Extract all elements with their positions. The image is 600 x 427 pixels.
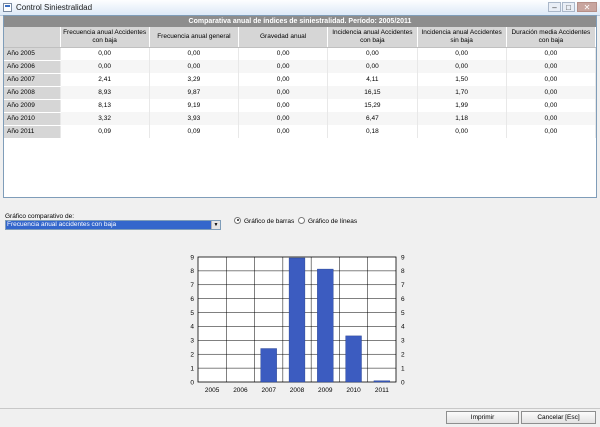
x-tick-label: 2011 [375,387,389,394]
x-tick-label: 2010 [346,387,361,394]
y-tick-label-right: 0 [401,379,405,386]
y-tick-label-left: 1 [190,365,194,372]
y-tick-label-right: 5 [401,310,405,317]
x-tick-label: 2009 [318,387,333,394]
y-tick-label-left: 3 [190,338,194,345]
y-tick-label-right: 9 [401,254,405,261]
y-tick-label-right: 6 [401,296,405,303]
chart-bar [317,268,334,383]
y-tick-label-left: 0 [190,379,194,386]
y-tick-label-right: 4 [401,324,405,331]
cancel-button[interactable]: Cancelar [Esc] [521,411,596,424]
y-tick-label-right: 1 [401,365,405,372]
chart-bar [345,335,362,383]
chart-bar [260,348,277,383]
y-tick-label-left: 9 [190,254,194,261]
y-tick-label-right: 2 [401,352,405,359]
x-tick-label: 2008 [290,387,305,394]
y-tick-label-left: 2 [190,352,194,359]
y-tick-label-left: 5 [190,310,194,317]
comparison-chart: 0 0 1 1 2 2 3 3 4 4 5 5 6 6 7 7 8 8 9 9 2005 2006 2007 2008 2009… [190,254,405,394]
y-tick-label-left: 7 [190,282,194,289]
print-button[interactable]: Imprimir [446,411,519,424]
y-tick-label-left: 4 [190,324,194,331]
x-tick-label: 2007 [261,387,276,394]
y-tick-label-left: 6 [190,296,194,303]
x-tick-label: 2006 [233,387,248,394]
y-tick-label-right: 8 [401,268,405,275]
y-tick-label-right: 7 [401,282,405,289]
x-tick-label: 2005 [205,387,220,394]
chart-bar [373,380,390,383]
y-tick-label-left: 8 [190,268,194,275]
chart-bar [288,257,306,383]
y-tick-label-right: 3 [401,338,405,345]
